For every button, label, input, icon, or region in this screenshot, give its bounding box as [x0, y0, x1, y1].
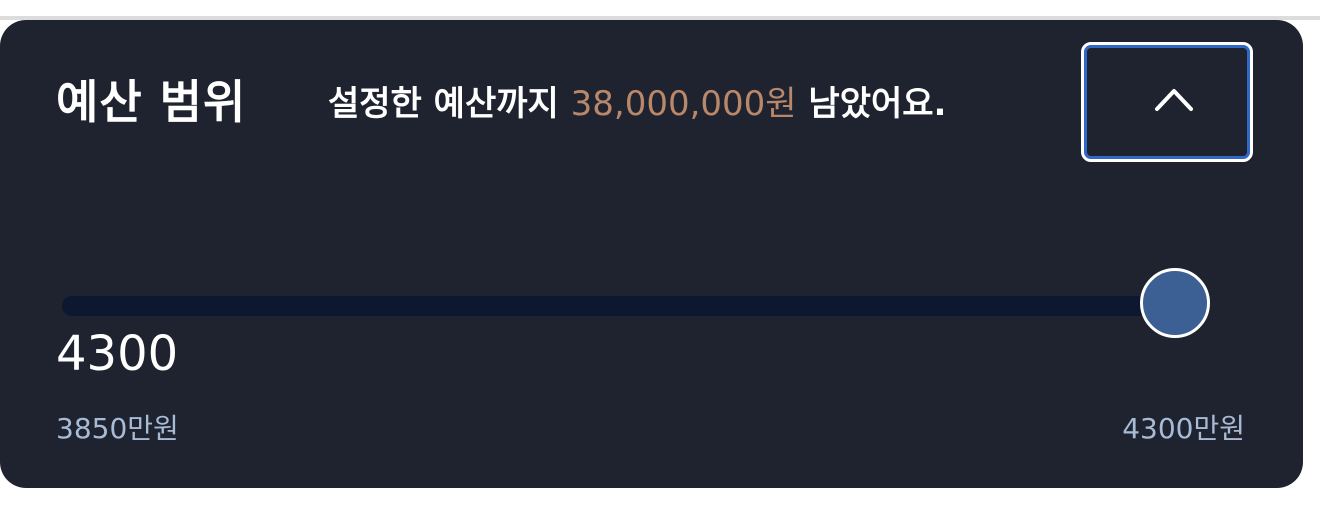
- slider-max-label: 4300만원: [1122, 412, 1245, 445]
- collapse-button[interactable]: [1081, 42, 1253, 162]
- remaining-budget-message: 설정한 예산까지 38,000,000원 남았어요.: [328, 82, 946, 126]
- section-title: 예산 범위: [56, 75, 247, 129]
- slider-min-label: 3850만원: [56, 412, 179, 445]
- budget-slider-thumb[interactable]: [1140, 268, 1210, 338]
- slider-current-value: 4300: [56, 326, 179, 382]
- message-suffix: 남았어요.: [796, 84, 947, 124]
- message-prefix: 설정한 예산까지: [328, 84, 571, 124]
- budget-slider-track[interactable]: [62, 296, 1180, 316]
- chevron-up-icon: [1155, 89, 1193, 111]
- remaining-amount: 38,000,000원: [570, 84, 797, 124]
